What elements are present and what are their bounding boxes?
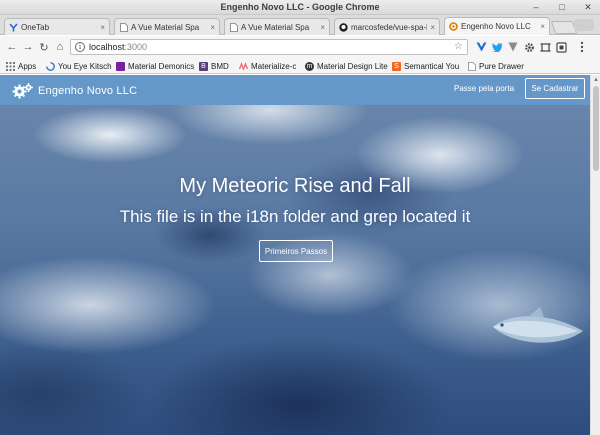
bookmark-semantical-you[interactable]: S Semantical You	[392, 60, 459, 72]
bookmark-material-demonics[interactable]: Material Demonics	[116, 60, 194, 72]
github-icon	[339, 22, 348, 32]
tab-label: Engenho Novo LLC	[461, 22, 531, 31]
url-host: localhost	[89, 42, 125, 52]
extension-gear-icon[interactable]	[522, 40, 536, 54]
back-button[interactable]: ←	[5, 40, 19, 54]
tab-strip: OneTab × A Vue Material Spa × A Vue Mate…	[0, 15, 600, 35]
bookmarks-bar: Apps You Eye Kitsch Material Demonics B …	[0, 58, 600, 74]
title-bar: Engenho Novo LLC - Google Chrome – □ ✕	[0, 0, 600, 15]
browser-toolbar: ← → ↻ ⌂ i localhost:3000 ☆	[0, 36, 600, 58]
bookmark-label: Semantical You	[404, 61, 460, 71]
bootstrap-icon: B	[199, 61, 208, 71]
page-viewport: Engenho Novo LLC Passe pela porta Se Cad…	[0, 75, 590, 435]
forward-button[interactable]: →	[21, 40, 35, 54]
extension-square-icon[interactable]	[554, 40, 568, 54]
signup-button[interactable]: Se Cadastrar	[525, 78, 585, 99]
bookmark-you-eye-kitsch[interactable]: You Eye Kitsch	[46, 60, 112, 72]
bookmark-apps[interactable]: Apps	[6, 60, 36, 72]
page-icon	[229, 22, 238, 32]
bookmark-label: Apps	[18, 61, 37, 71]
bookmark-label: Pure Drawer	[479, 61, 524, 71]
tab-close-icon[interactable]: ×	[320, 23, 325, 32]
hero-subtitle: This file is in the i18n folder and grep…	[119, 207, 471, 226]
browser-window: Engenho Novo LLC - Google Chrome – □ ✕ O…	[0, 0, 600, 435]
tab-close-icon[interactable]: ×	[540, 22, 545, 31]
onetab-icon	[9, 22, 18, 32]
tab-label: marcosfede/vue-spa-b	[351, 22, 428, 32]
mdl-icon: m	[305, 61, 314, 71]
bookmark-pure-drawer[interactable]: Pure Drawer	[467, 60, 524, 72]
tab-github[interactable]: marcosfede/vue-spa-b ×	[334, 18, 440, 35]
apps-grid-icon	[6, 61, 15, 71]
scroll-up-icon[interactable]: ▲	[591, 75, 600, 85]
materialize-icon	[239, 61, 248, 71]
bookmark-star-icon[interactable]: ☆	[454, 41, 463, 52]
tab-onetab[interactable]: OneTab ×	[4, 18, 110, 35]
extension-vue-icon[interactable]	[474, 40, 488, 54]
extension-vuetify-icon[interactable]	[506, 40, 520, 54]
window-controls: – □ ✕	[530, 1, 594, 13]
bookmark-label: Material Design Lite	[317, 61, 388, 71]
bookmark-label: BMD	[211, 61, 229, 71]
scroll-thumb[interactable]	[593, 86, 599, 171]
address-bar[interactable]: i localhost:3000 ☆	[70, 39, 468, 55]
extension-twitter-icon[interactable]	[490, 40, 504, 54]
app-header: Engenho Novo LLC Passe pela porta Se Cad…	[0, 75, 590, 105]
nav-link-enter[interactable]: Passe pela porta	[454, 84, 514, 93]
minimize-button[interactable]: –	[530, 1, 542, 13]
tab-close-icon[interactable]: ×	[100, 23, 105, 32]
maximize-button[interactable]: □	[556, 1, 568, 13]
url-text[interactable]: localhost:3000	[89, 42, 147, 52]
bookmark-label: Material Demonics	[128, 61, 195, 71]
gears-logo-icon	[12, 83, 33, 99]
chrome-menu-icon[interactable]	[575, 40, 589, 54]
extension-frame-icon[interactable]	[538, 40, 552, 54]
engenho-icon	[449, 22, 458, 31]
site-info-icon[interactable]: i	[75, 42, 85, 52]
tab-vue-material-spa-1[interactable]: A Vue Material Spa ×	[114, 18, 220, 35]
page-icon	[119, 22, 128, 32]
tab-label: A Vue Material Spa	[131, 22, 200, 32]
semantic-icon: S	[392, 61, 401, 71]
tab-label: A Vue Material Spa	[241, 22, 310, 32]
window-title: Engenho Novo LLC - Google Chrome	[220, 2, 380, 12]
material-icon	[116, 61, 125, 71]
tab-close-icon[interactable]: ×	[430, 23, 435, 32]
url-port: :3000	[124, 42, 148, 52]
tab-label: OneTab	[21, 22, 50, 32]
tab-close-icon[interactable]: ×	[210, 23, 215, 32]
home-button[interactable]: ⌂	[53, 40, 67, 54]
hero-title: My Meteoric Rise and Fall	[179, 175, 411, 197]
tab-engenho-novo[interactable]: Engenho Novo LLC ×	[444, 17, 550, 35]
brand[interactable]: Engenho Novo LLC	[12, 82, 137, 99]
bookmark-mdl[interactable]: m Material Design Lite	[305, 60, 388, 72]
bookmark-label: You Eye Kitsch	[58, 61, 112, 71]
fish-illustration	[493, 307, 583, 343]
tab-vue-material-spa-2[interactable]: A Vue Material Spa ×	[224, 18, 330, 35]
profile-button[interactable]	[574, 19, 594, 31]
bookmark-materialize[interactable]: Materialize-c	[239, 60, 296, 72]
get-started-button[interactable]: Primeiros Passos	[259, 240, 333, 262]
brand-name: Engenho Novo LLC	[38, 84, 138, 97]
spinner-icon	[46, 61, 55, 71]
page-icon	[467, 61, 476, 71]
close-window-button[interactable]: ✕	[582, 1, 594, 13]
bookmark-label: Materialize-c	[251, 61, 297, 71]
bookmark-bmd[interactable]: B BMD	[199, 60, 229, 72]
page-scrollbar[interactable]: ▲	[590, 75, 600, 435]
reload-button[interactable]: ↻	[37, 40, 51, 54]
